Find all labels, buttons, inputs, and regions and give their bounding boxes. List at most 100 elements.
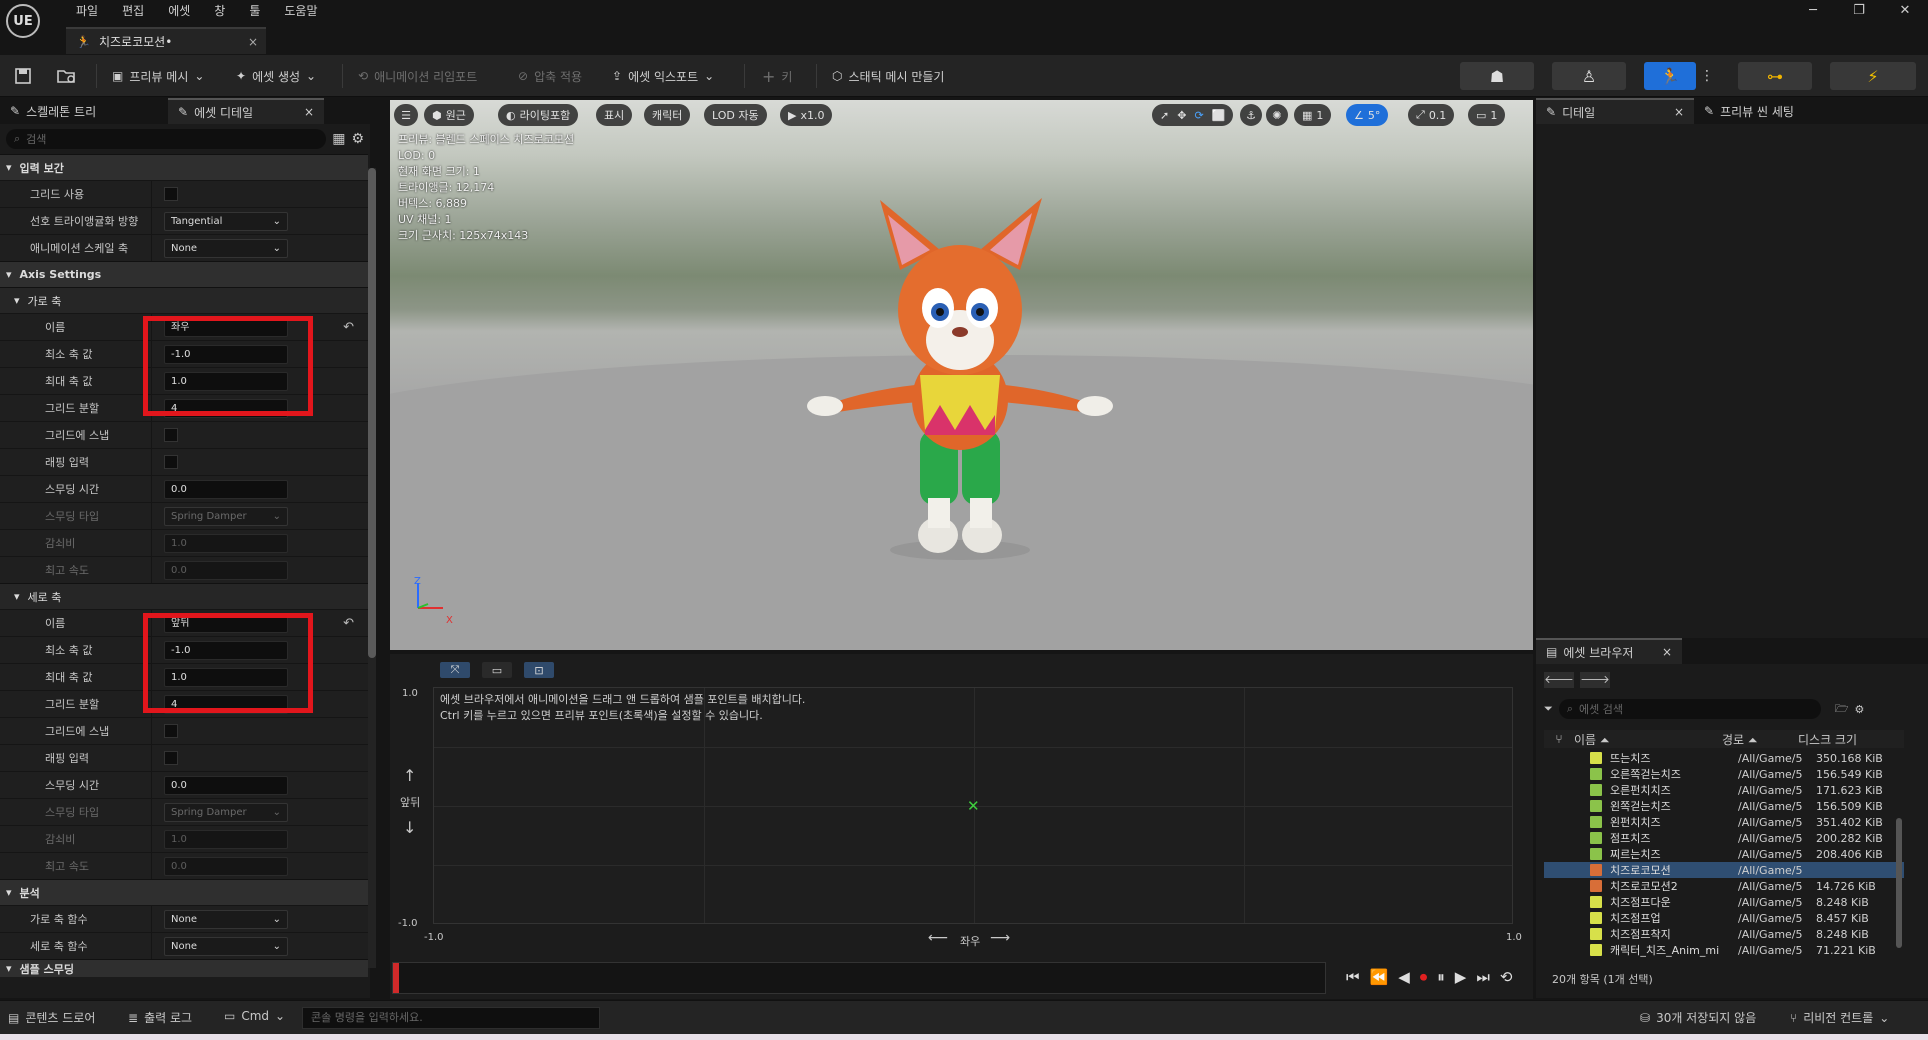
blueprint-mode-button[interactable]: ⊶ xyxy=(1738,62,1812,90)
v-snap-checkbox[interactable] xyxy=(164,724,178,738)
cmd-dropdown[interactable]: ▭ Cmd ⌄ xyxy=(224,1009,285,1023)
physics-mode-button[interactable]: ⚡ xyxy=(1830,62,1916,90)
minimize-button[interactable]: ─ xyxy=(1790,0,1836,24)
preview-mesh-button[interactable]: ▣ 프리뷰 메시 ⌄ xyxy=(112,63,204,89)
section-sample-smoothing[interactable]: ▾ 샘플 스무딩 xyxy=(0,959,368,977)
h-smooth-type-dropdown[interactable]: Spring Damper ⌄ xyxy=(164,506,288,526)
unsaved-assets-button[interactable]: ⛁ 30개 저장되지 않음 xyxy=(1640,1009,1756,1026)
fit-view-icon[interactable]: ⤧ xyxy=(440,662,470,678)
save-icon[interactable] xyxy=(14,63,32,89)
output-log-button[interactable]: ≣ 출력 로그 xyxy=(128,1009,192,1026)
h-damping-input[interactable]: 1.0 xyxy=(164,533,288,553)
tree-icon[interactable]: ⑂ xyxy=(1544,732,1574,746)
section-vertical-axis[interactable]: ▾ 세로 축 xyxy=(0,583,368,609)
browse-folder-icon[interactable] xyxy=(56,63,78,89)
section-analysis[interactable]: ▾ 분석 xyxy=(0,879,368,905)
asset-row[interactable]: 뜨는치즈/All/Game/5 350.168 KiB xyxy=(1544,750,1904,766)
reset-arrow-icon[interactable]: ↶ xyxy=(343,320,354,335)
menu-file[interactable]: 파일 xyxy=(64,3,110,19)
anim-reimport-button[interactable]: ⟲ 애니메이션 리임포트 xyxy=(358,63,477,89)
v-smooth-type-dropdown[interactable]: Spring Damper ⌄ xyxy=(164,802,288,822)
asset-search-input[interactable]: ⌕ 에셋 검색 xyxy=(1558,699,1821,719)
menu-edit[interactable]: 편집 xyxy=(110,3,156,19)
asset-row[interactable]: 점프치즈/All/Game/5 200.282 KiB xyxy=(1544,830,1904,846)
filter-icon[interactable]: ⏷ xyxy=(1544,702,1553,716)
tab-skeleton-tree[interactable]: ✎ 스켈레톤 트리 xyxy=(0,98,168,124)
section-horizontal-axis[interactable]: ▾ 가로 축 xyxy=(0,287,368,313)
forward-arrow-icon[interactable]: 🡒 xyxy=(1580,672,1610,688)
details-scrollbar[interactable] xyxy=(368,168,376,968)
restore-button[interactable]: ❐ xyxy=(1836,0,1882,24)
revision-control-button[interactable]: ⑂ 리비전 컨트롤 ⌄ xyxy=(1790,1009,1889,1026)
gear-icon[interactable]: ⚙ xyxy=(1854,703,1864,716)
gear-icon[interactable]: ⚙ xyxy=(351,131,364,147)
menu-window[interactable]: 창 xyxy=(202,3,237,19)
scale-icon[interactable]: ⬜ xyxy=(1212,109,1226,122)
tab-asset-browser[interactable]: ▤ 에셋 브라우저 × xyxy=(1536,638,1682,664)
show-samples-icon[interactable]: ⊡ xyxy=(524,662,554,678)
section-axis-settings[interactable]: ▾ Axis Settings xyxy=(0,261,368,287)
col-size-header[interactable]: 디스크 크기 xyxy=(1798,731,1857,748)
viewport-menu-icon[interactable]: ☰ xyxy=(394,104,418,126)
col-path-header[interactable]: 경로 ⏶ xyxy=(1722,731,1798,748)
h-max-speed-input[interactable]: 0.0 xyxy=(164,560,288,580)
asset-create-button[interactable]: ✦ 에셋 생성 ⌄ xyxy=(236,63,316,89)
tab-close-icon[interactable]: × xyxy=(1674,105,1684,119)
lighting-button[interactable]: ◐ 라이팅포함 xyxy=(498,104,579,126)
skeleton-mode-button[interactable]: ☗ xyxy=(1460,62,1534,90)
asset-row[interactable]: 왼쪽걷는치즈/All/Game/5 156.509 KiB xyxy=(1544,798,1904,814)
asset-row[interactable]: 치즈로코모션/All/Game/5 xyxy=(1544,862,1904,878)
h-axis-func-dropdown[interactable]: None ⌄ xyxy=(164,909,288,929)
play-reverse-icon[interactable]: ◀ xyxy=(1398,968,1410,986)
loop-icon[interactable]: ⟲ xyxy=(1500,968,1513,986)
table-view-icon[interactable]: ▦ xyxy=(332,131,345,147)
grid-snap-button[interactable]: ▦ 1 xyxy=(1294,104,1332,126)
perspective-button[interactable]: ⬢ 원근 xyxy=(424,104,474,126)
h-smooth-time-input[interactable]: 0.0 xyxy=(164,479,288,499)
angle-snap-button[interactable]: ∠ 5° xyxy=(1346,104,1389,126)
tab-preview-scene[interactable]: ✎ 프리뷰 씬 세팅 xyxy=(1694,98,1804,124)
skip-to-start-icon[interactable]: ⏮ xyxy=(1346,968,1360,986)
animation-mode-button[interactable]: 🏃 xyxy=(1644,62,1696,90)
document-tab-close-icon[interactable]: × xyxy=(248,35,258,49)
preview-viewport[interactable]: ☰ ⬢ 원근 ◐ 라이팅포함 표시 캐릭터 LOD 자동 ▶ x1.0 ➚ ✥ ⟳ ⬜ ⚓ … xyxy=(390,100,1533,650)
pref-tri-dir-dropdown[interactable]: Tangential ⌄ xyxy=(164,211,288,231)
record-icon[interactable]: ⏺ xyxy=(1420,968,1428,986)
tab-close-icon[interactable]: × xyxy=(1662,645,1672,659)
h-snap-checkbox[interactable] xyxy=(164,428,178,442)
console-input[interactable]: 콘솔 명령을 입력하세요. xyxy=(302,1007,600,1029)
folder-icon[interactable]: 🗁 xyxy=(1835,700,1849,719)
menu-help[interactable]: 도움말 xyxy=(272,3,329,19)
asset-row[interactable]: 오른쪽걷는치즈/All/Game/5 156.549 KiB xyxy=(1544,766,1904,782)
asset-row[interactable]: 왼펀치치즈/All/Game/5 351.402 KiB xyxy=(1544,814,1904,830)
animation-timeline[interactable] xyxy=(392,962,1326,994)
menu-asset[interactable]: 에셋 xyxy=(156,3,202,19)
make-static-mesh-button[interactable]: ⬡ 스태틱 메시 만들기 xyxy=(832,63,944,89)
anim-scale-axis-dropdown[interactable]: None ⌄ xyxy=(164,238,288,258)
mesh-mode-button[interactable]: ♙ xyxy=(1552,62,1626,90)
unreal-logo-icon[interactable]: UE xyxy=(6,4,40,38)
move-icon[interactable]: ✥ xyxy=(1177,109,1186,122)
character-button[interactable]: 캐릭터 xyxy=(644,104,691,126)
triangulation-icon[interactable]: ▭ xyxy=(482,662,512,678)
preview-point-marker-icon[interactable]: ✕ xyxy=(967,797,980,815)
show-button[interactable]: 표시 xyxy=(596,104,633,126)
col-name-header[interactable]: 이름 ⏶ xyxy=(1574,731,1722,748)
asset-list-scrollbar[interactable] xyxy=(1896,818,1902,948)
details-search-input[interactable]: ⌕ 검색 xyxy=(6,129,327,149)
pause-icon[interactable]: ⏸ xyxy=(1437,968,1445,986)
camera-speed-button[interactable]: ▭ 1 xyxy=(1468,104,1506,126)
blendspace-grid[interactable]: 에셋 브라우저에서 애니메이션을 드래그 앤 드롭하여 샘플 포인트를 배치합니… xyxy=(433,687,1513,924)
more-options-icon[interactable]: ⋮ xyxy=(1700,68,1714,84)
asset-row[interactable]: 캐릭터_치즈_Anim_mi/All/Game/5 71.221 KiB xyxy=(1544,942,1904,958)
playhead[interactable] xyxy=(393,963,399,993)
tab-details[interactable]: ✎ 디테일 × xyxy=(1536,98,1694,124)
h-wrap-checkbox[interactable] xyxy=(164,455,178,469)
use-grid-checkbox[interactable] xyxy=(164,187,178,201)
asset-row[interactable]: 찌르는치즈/All/Game/5 208.406 KiB xyxy=(1544,846,1904,862)
add-key-button[interactable]: + 키 xyxy=(762,63,792,89)
play-forward-icon[interactable]: ▶ xyxy=(1455,968,1467,986)
tab-close-icon[interactable]: × xyxy=(304,105,314,119)
tab-asset-details[interactable]: ✎ 에셋 디테일 × xyxy=(168,98,324,124)
reset-arrow-icon[interactable]: ↶ xyxy=(343,616,354,631)
